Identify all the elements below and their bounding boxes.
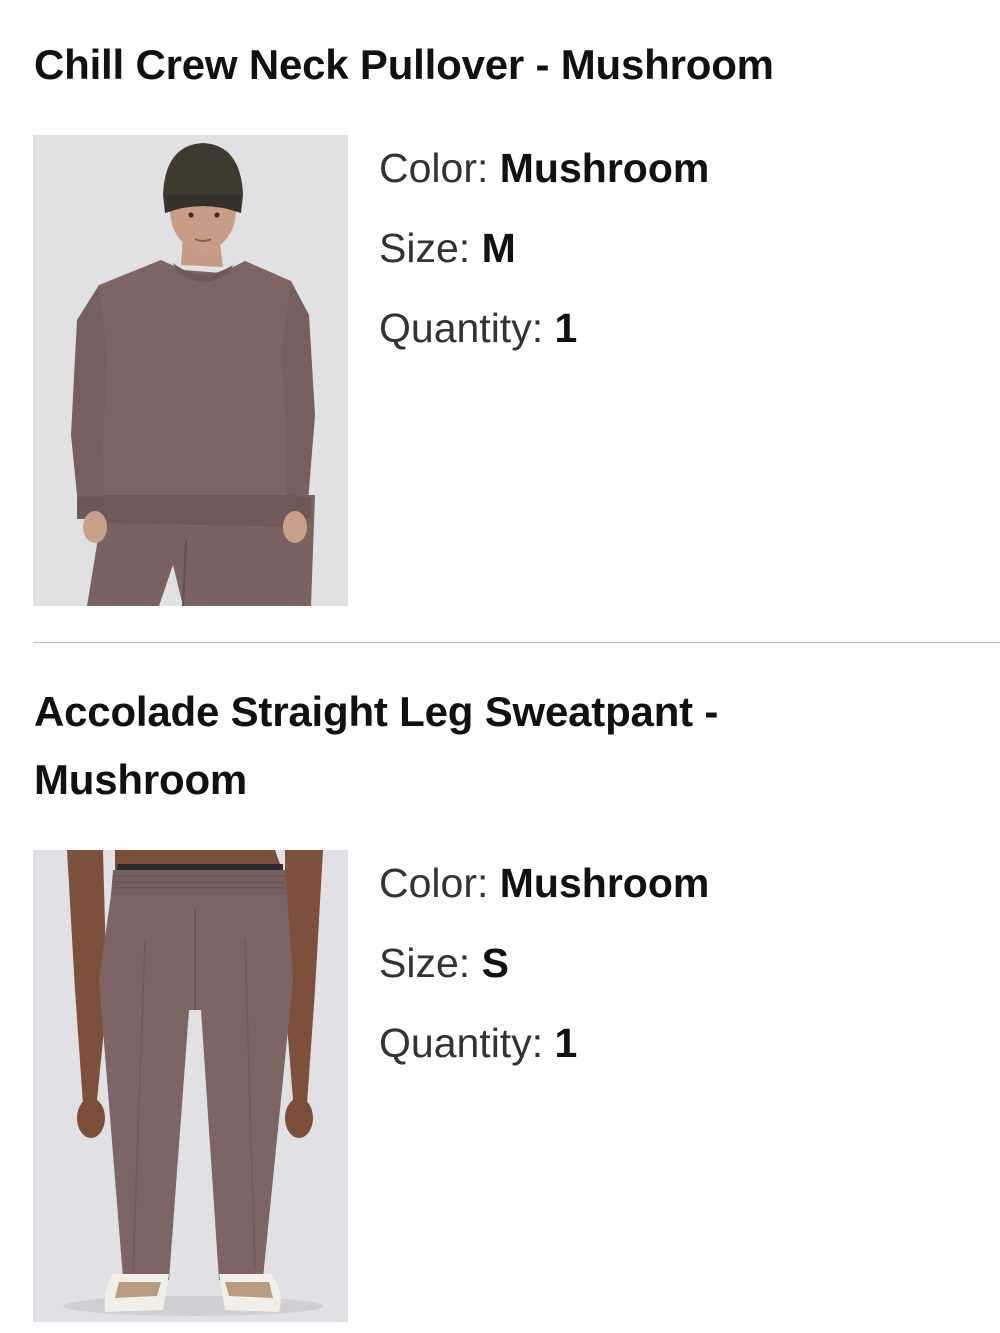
color-label: Color:	[379, 145, 489, 191]
size-value: S	[481, 940, 509, 986]
product-title[interactable]: Chill Crew Neck Pullover - Mushroom	[34, 31, 974, 99]
product-image[interactable]	[33, 135, 348, 606]
quantity-value: 1	[554, 1020, 578, 1066]
color-value: Mushroom	[499, 145, 710, 191]
quantity-value: 1	[554, 305, 578, 351]
color-label: Color:	[379, 860, 489, 906]
quantity-row: Quantity: 1	[379, 1013, 709, 1093]
color-row: Color: Mushroom	[379, 853, 709, 933]
color-row: Color: Mushroom	[379, 138, 709, 218]
size-row: Size: S	[379, 933, 709, 1013]
size-row: Size: M	[379, 218, 709, 298]
product-details: Color: Mushroom Size: M Quantity: 1	[379, 138, 709, 378]
quantity-label: Quantity:	[379, 305, 544, 351]
order-item: Accolade Straight Leg Sweatpant - Mushro…	[0, 643, 1000, 1333]
order-item: Chill Crew Neck Pullover - Mushroom Colo…	[0, 0, 1000, 642]
product-image[interactable]	[33, 850, 348, 1322]
size-value: M	[481, 225, 516, 271]
quantity-label: Quantity:	[379, 1020, 544, 1066]
product-title[interactable]: Accolade Straight Leg Sweatpant - Mushro…	[34, 678, 794, 814]
size-label: Size:	[379, 940, 471, 986]
size-label: Size:	[379, 225, 471, 271]
pullover-photo-icon	[33, 135, 348, 606]
sweatpant-photo-icon	[33, 850, 348, 1322]
quantity-row: Quantity: 1	[379, 298, 709, 378]
color-value: Mushroom	[499, 860, 710, 906]
product-details: Color: Mushroom Size: S Quantity: 1	[379, 853, 709, 1093]
